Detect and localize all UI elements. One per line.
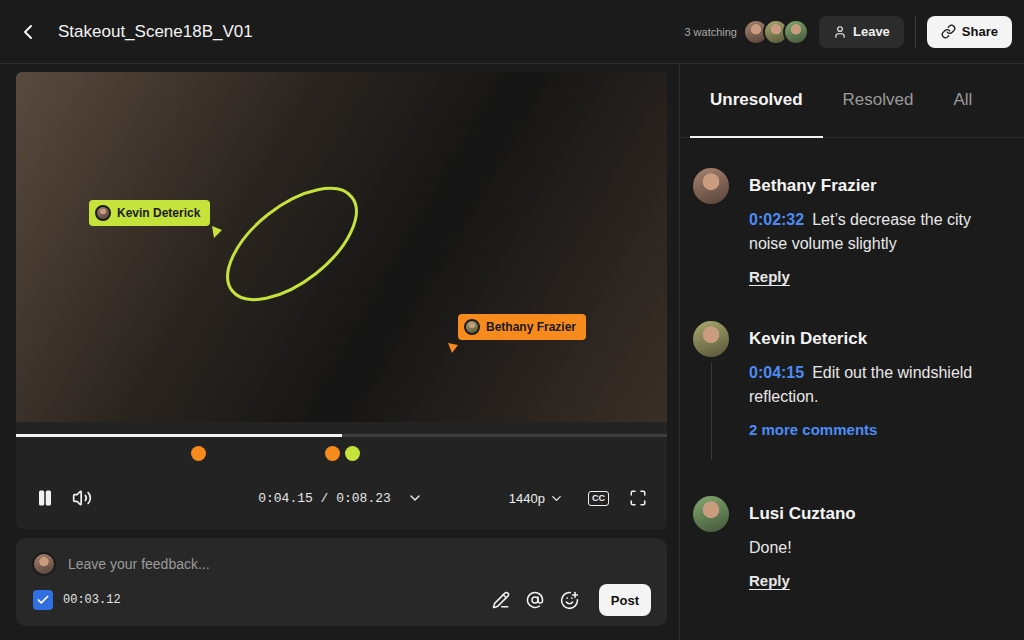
header: Stakeout_Scene18B_V013 watching Leave Shar…: [0, 0, 1024, 64]
annotation-label[interactable]: Bethany Frazier: [458, 314, 586, 340]
comment-body: Kevin Deterick 0:04:15Edit out the windsh…: [749, 319, 1012, 438]
link-icon: [941, 24, 956, 39]
feedback-composer: 00:03.12 Post: [16, 538, 667, 626]
comment-body: Bethany Frazier 0:02:32Let’s decrease the…: [749, 166, 1012, 285]
fullscreen-icon: [629, 489, 647, 507]
comment-text: Done!: [749, 536, 1012, 560]
mention-button[interactable]: [524, 589, 546, 611]
workspace: Kevin Deterick Bethany Frazier 0:04.15 / 0…: [0, 64, 1024, 640]
chevron-down-icon: [549, 491, 564, 506]
comment-body: Lusi Cuztano Done! Reply: [749, 494, 1012, 589]
video-frame[interactable]: Kevin Deterick Bethany Frazier: [16, 72, 667, 422]
header-divider: [915, 16, 916, 48]
comment-avatar-column: [691, 319, 731, 438]
quality-select[interactable]: 1440p: [503, 490, 570, 507]
annotation-avatar: [95, 205, 111, 221]
back-button[interactable]: [14, 18, 42, 46]
annotation-pin-pointer: [448, 343, 458, 353]
chevron-down-icon: [407, 490, 423, 506]
captions-button[interactable]: CC: [588, 491, 609, 506]
author-avatar: [691, 494, 731, 534]
pencil-icon: [492, 591, 510, 609]
comment-markers: [16, 437, 667, 467]
comment-timestamp[interactable]: 0:02:32: [749, 211, 804, 228]
time-group: 0:04.15 / 0:08.23: [258, 488, 425, 508]
playback-group: [34, 486, 258, 510]
play-pause-button[interactable]: [34, 487, 56, 509]
comment-avatar-column: [691, 166, 731, 285]
feedback-input-row: [32, 552, 651, 576]
annotation-avatar: [464, 319, 480, 335]
comment-text: 0:02:32Let’s decrease the city noise vol…: [749, 208, 1012, 256]
video-player: Kevin Deterick Bethany Frazier 0:04.15 / 0…: [16, 72, 667, 529]
feedback-input[interactable]: [66, 555, 651, 573]
comment-author: Kevin Deterick: [749, 329, 1012, 349]
player-controls: 0:04.15 / 0:08.23 1440p CC: [16, 467, 667, 529]
emoji-button[interactable]: [558, 589, 581, 612]
progress-track[interactable]: [16, 434, 667, 437]
comments-panel: UnresolvedResolvedAll Bethany Frazier 0:02…: [679, 64, 1024, 640]
feedback-timestamp: 00:03.12: [63, 593, 121, 607]
viewer-avatars: [743, 19, 809, 45]
comment-tab[interactable]: Unresolved: [690, 64, 823, 138]
more-comments-link[interactable]: 2 more comments: [749, 421, 877, 438]
comment-tabs: UnresolvedResolvedAll: [680, 64, 1024, 138]
check-icon: [36, 593, 50, 607]
scrubber: [16, 422, 667, 467]
comment-tab[interactable]: All: [933, 64, 992, 138]
comment-author: Bethany Frazier: [749, 176, 1012, 196]
review-page: Stakeout_Scene18B_V013 watching Leave Shar…: [0, 0, 1024, 640]
progress-fill: [16, 434, 342, 437]
comment-marker[interactable]: [345, 446, 360, 461]
comment-avatar-column: [691, 494, 731, 589]
share-button[interactable]: Share: [927, 16, 1012, 48]
file-title: Stakeout_Scene18B_V01: [58, 22, 684, 42]
time-format-button[interactable]: [405, 488, 425, 508]
back-arrow-icon: [16, 20, 40, 44]
my-avatar: [32, 552, 56, 576]
volume-button[interactable]: [70, 486, 94, 510]
comment-marker[interactable]: [191, 446, 206, 461]
post-button[interactable]: Post: [599, 584, 651, 616]
comment-timestamp[interactable]: 0:04:15: [749, 364, 804, 381]
author-avatar: [691, 319, 731, 359]
emoji-plus-icon: [560, 591, 579, 610]
comment-author: Lusi Cuztano: [749, 504, 1012, 524]
comment-list: Bethany Frazier 0:02:32Let’s decrease the…: [680, 138, 1024, 589]
presence: 3 watching: [684, 19, 809, 45]
reply-button[interactable]: Reply: [749, 572, 790, 589]
viewer-avatar: [783, 19, 809, 45]
leave-wrap: Leave: [819, 16, 904, 48]
playback-time: 0:04.15 / 0:08.23: [258, 491, 391, 506]
view-group: 1440p CC: [425, 487, 649, 509]
leave-button[interactable]: Leave: [819, 16, 904, 48]
thread-line: [711, 363, 712, 460]
comment: Bethany Frazier 0:02:32Let’s decrease the…: [691, 166, 1012, 285]
annotation-drawing: [209, 167, 376, 320]
annotation-overlay: [16, 72, 667, 422]
annotation-label[interactable]: Kevin Deterick: [89, 200, 210, 226]
timestamp-toggle: 00:03.12: [32, 590, 121, 610]
comment: Kevin Deterick 0:04:15Edit out the windsh…: [691, 319, 1012, 460]
author-avatar: [691, 166, 731, 206]
pause-icon: [36, 489, 54, 507]
player-column: Kevin Deterick Bethany Frazier 0:04.15 / 0…: [0, 64, 679, 640]
person-icon: [833, 25, 847, 39]
comment-tab[interactable]: Resolved: [823, 64, 934, 138]
composer-tools: Post: [490, 584, 651, 616]
watching-count: 3 watching: [684, 26, 737, 38]
comment: Lusi Cuztano Done! Reply: [691, 494, 1012, 589]
draw-button[interactable]: [490, 589, 512, 611]
feedback-footer: 00:03.12 Post: [32, 584, 651, 616]
volume-icon: [72, 488, 92, 508]
comment-text: 0:04:15Edit out the windshield reflectio…: [749, 361, 1012, 409]
reply-button[interactable]: Reply: [749, 268, 790, 285]
at-sign-icon: [526, 591, 544, 609]
comment-marker[interactable]: [325, 446, 340, 461]
fullscreen-button[interactable]: [627, 487, 649, 509]
timestamp-checkbox[interactable]: [33, 590, 53, 610]
